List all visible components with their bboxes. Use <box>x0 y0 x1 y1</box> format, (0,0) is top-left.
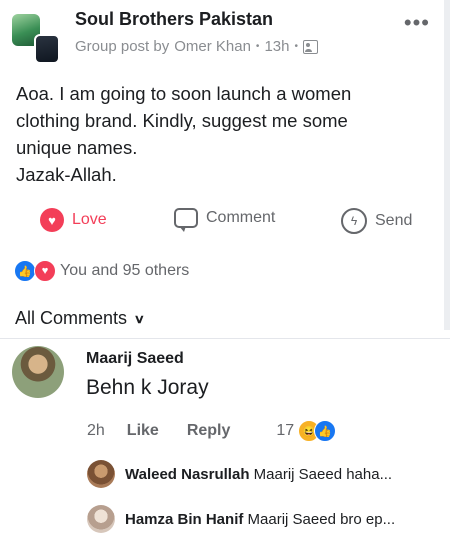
messenger-icon: ϟ <box>341 208 367 234</box>
heart-icon: ♥ <box>40 208 64 232</box>
group-avatar[interactable] <box>12 14 60 64</box>
reply-author-name[interactable]: Hamza Bin Hanif <box>125 511 243 528</box>
send-button[interactable]: ϟ Send <box>341 208 412 234</box>
love-label: Love <box>72 211 107 228</box>
love-button[interactable]: ♥ Love <box>40 208 107 232</box>
group-name[interactable]: Soul Brothers Pakistan <box>75 9 273 30</box>
reply-snippet: Maarij Saeed bro ep... <box>247 510 396 528</box>
send-label: Send <box>375 212 413 229</box>
author-avatar <box>34 34 60 64</box>
post-time[interactable]: 13h <box>264 38 289 55</box>
avatar[interactable] <box>12 346 64 398</box>
post-text-line: unique names. <box>16 137 138 158</box>
reply-text: Hamza Bin Hanif Maarij Saeed bro ep... <box>125 511 395 528</box>
like-reaction-icon: 👍 <box>314 420 337 442</box>
separator-dot: • <box>255 41 260 52</box>
chevron-down-icon: ∨ <box>133 311 146 326</box>
reply-snippet: Maarij Saeed haha... <box>253 465 393 483</box>
love-reaction-icon: ♥ <box>34 260 56 282</box>
post-text-line: Aoa. I am going to soon launch a women <box>16 83 352 104</box>
comments-sort-dropdown[interactable]: All Comments ∨ <box>15 308 146 329</box>
comment-author-name[interactable]: Maarij Saeed <box>86 350 184 368</box>
separator-dot: • <box>294 41 298 52</box>
members-icon <box>302 39 318 54</box>
avatar[interactable] <box>87 505 115 533</box>
comment-time: 2h <box>87 422 105 439</box>
post-header: Soul Brothers Pakistan Group post by Ome… <box>0 0 450 64</box>
post-text-line: clothing brand. Kindly, suggest me some <box>16 110 348 131</box>
comment-text: Behn k Joray <box>86 376 209 399</box>
post-body: Aoa. I am going to soon launch a women c… <box>16 80 436 188</box>
comment-like-button[interactable]: Like <box>127 422 159 440</box>
reactions-text: You and 95 others <box>60 262 190 279</box>
post-actions-bar: ♥ Love Comment ϟ Send <box>0 200 450 240</box>
author-name[interactable]: Omer Khan <box>174 38 251 55</box>
reply-text: Waleed Nasrullah Maarij Saeed haha... <box>125 466 392 483</box>
avatar[interactable] <box>87 460 115 488</box>
comment-reply-button[interactable]: Reply <box>187 422 231 440</box>
comment-reaction-count[interactable]: 17 <box>276 422 294 440</box>
comments-sort-label: All Comments <box>15 308 128 328</box>
comment-icon <box>174 208 198 232</box>
reply-author-name[interactable]: Waleed Nasrullah <box>125 466 249 483</box>
reply-item[interactable]: Hamza Bin Hanif Maarij Saeed bro ep... <box>87 505 437 533</box>
comment-label: Comment <box>206 209 276 226</box>
divider <box>0 338 450 339</box>
comment-meta: 2h Like Reply 17 😆 👍 <box>87 420 337 442</box>
reply-item[interactable]: Waleed Nasrullah Maarij Saeed haha... <box>87 460 437 488</box>
meta-prefix: Group post by <box>75 38 170 55</box>
reactions-summary[interactable]: 👍 ♥ You and 95 others <box>14 260 189 282</box>
comment-button[interactable]: Comment <box>174 208 276 232</box>
like-reaction-icon: 👍 <box>14 260 36 282</box>
more-options-button[interactable]: ••• <box>404 10 430 36</box>
post-meta: Group post by Omer Khan • 13h • <box>75 38 318 55</box>
post-text-line: Jazak-Allah. <box>16 164 117 185</box>
